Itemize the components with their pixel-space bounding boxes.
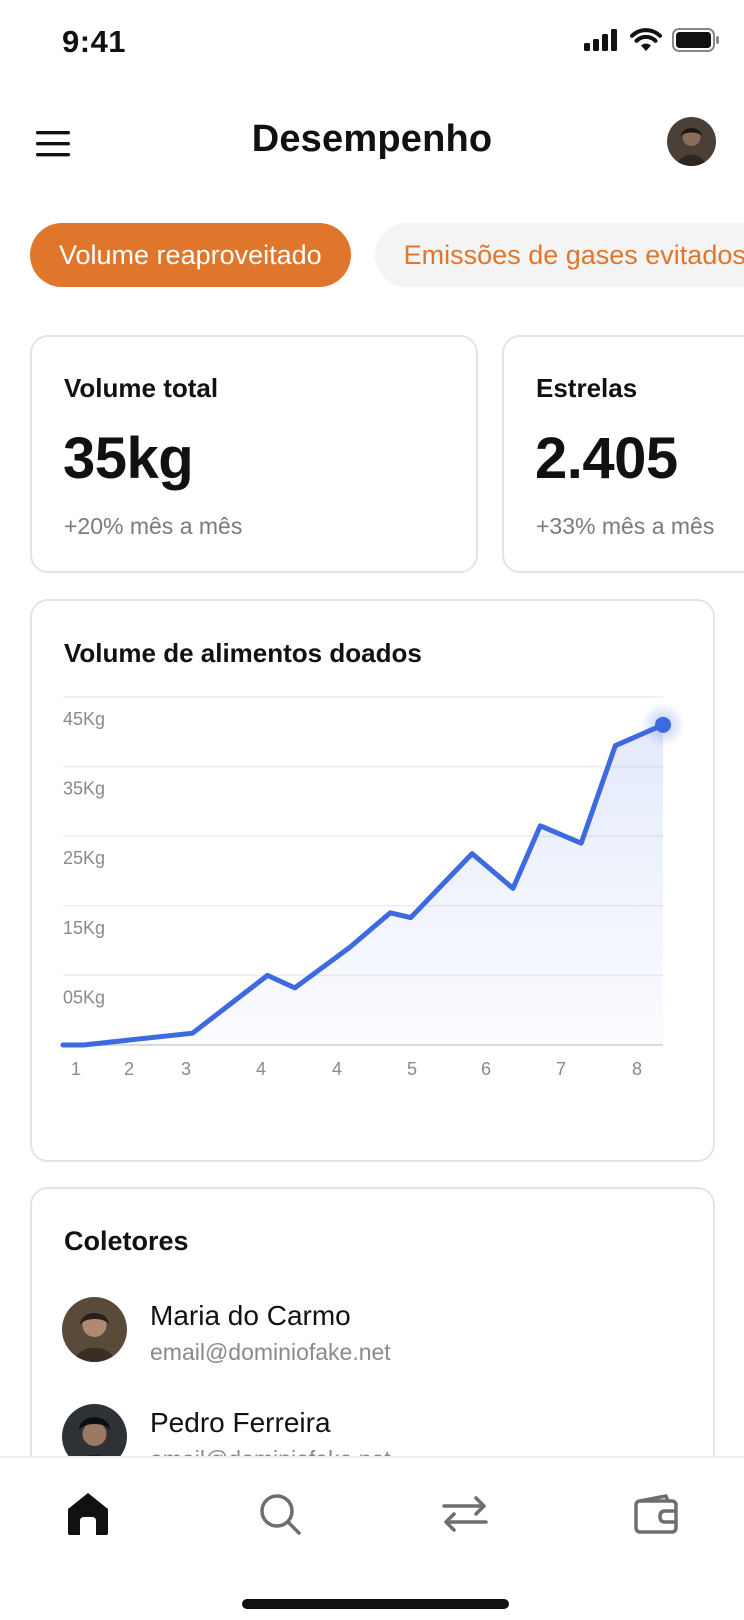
nav-search[interactable] bbox=[250, 1484, 310, 1544]
x-tick-label: 4 bbox=[332, 1059, 342, 1079]
collector-item[interactable]: Maria do Carmo email@dominiofake.net bbox=[62, 1297, 682, 1367]
stat-change: +33% mês a mês bbox=[536, 513, 715, 539]
y-tick-label: 35Kg bbox=[63, 779, 105, 799]
nav-home[interactable] bbox=[58, 1484, 118, 1544]
series-area bbox=[63, 724, 663, 1045]
last-point-marker bbox=[655, 716, 671, 733]
search-icon bbox=[260, 1494, 301, 1535]
y-tick-label: 45Kg bbox=[63, 709, 105, 729]
nav-wallet[interactable] bbox=[626, 1484, 686, 1544]
x-tick-label: 2 bbox=[124, 1059, 134, 1079]
stat-card-estrelas[interactable]: Estrelas 2.405 +33% mês a mês bbox=[502, 335, 744, 573]
x-tick-label: 1 bbox=[71, 1059, 81, 1079]
stat-label: Estrelas bbox=[536, 373, 638, 403]
collector-name: Maria do Carmo bbox=[150, 1300, 351, 1331]
app-header: Desempenho bbox=[0, 100, 744, 190]
stats-row: Volume total 35kg +20% mês a mês Estrela… bbox=[30, 335, 744, 575]
line-chart: 45Kg 35Kg 25Kg 15Kg 05Kg 1 2 3 4 4 5 6 7 8 bbox=[60, 696, 685, 1079]
user-avatar-image bbox=[667, 117, 716, 166]
stat-label: Volume total bbox=[64, 373, 219, 403]
status-bar: 9:41 bbox=[0, 0, 744, 90]
battery-icon bbox=[672, 28, 719, 52]
stat-change: +20% mês a mês bbox=[64, 513, 243, 539]
status-icons bbox=[584, 28, 720, 52]
status-time: 9:41 bbox=[62, 24, 127, 59]
tab-emissoes-gases[interactable]: Emissões de gases evitados bbox=[374, 223, 744, 287]
y-tick-label: 05Kg bbox=[63, 987, 105, 1007]
wifi-icon bbox=[630, 28, 662, 51]
collectors-title: Coletores bbox=[64, 1226, 189, 1256]
user-avatar[interactable] bbox=[667, 117, 716, 166]
x-tick-label: 7 bbox=[556, 1059, 566, 1079]
stat-card-volume-total[interactable]: Volume total 35kg +20% mês a mês bbox=[30, 335, 478, 573]
x-tick-label: 6 bbox=[481, 1059, 491, 1079]
y-tick-label: 15Kg bbox=[63, 918, 105, 938]
bottom-nav bbox=[0, 1456, 744, 1620]
x-tick-label: 4 bbox=[256, 1059, 266, 1079]
stat-value: 2.405 bbox=[535, 426, 678, 491]
collector-email: email@dominiofake.net bbox=[150, 1339, 391, 1365]
x-tick-label: 3 bbox=[181, 1059, 191, 1079]
y-tick-label: 25Kg bbox=[63, 848, 105, 868]
transfer-icon bbox=[442, 1496, 488, 1532]
home-indicator bbox=[242, 1599, 509, 1609]
chart-card: Volume de alimentos doados 45Kg 35Kg 25Kg 1… bbox=[30, 599, 715, 1162]
home-icon bbox=[68, 1493, 108, 1535]
metric-tabs: Volume reaproveitado Emissões de gases e… bbox=[30, 223, 744, 287]
x-tick-label: 8 bbox=[632, 1059, 642, 1079]
stat-value: 35kg bbox=[63, 426, 194, 491]
collector-avatar bbox=[62, 1297, 127, 1362]
signal-icon bbox=[584, 29, 617, 51]
collector-name: Pedro Ferreira bbox=[150, 1407, 331, 1438]
tab-volume-reaproveitado[interactable]: Volume reaproveitado bbox=[30, 223, 351, 287]
x-tick-label: 5 bbox=[407, 1059, 417, 1079]
page-title: Desempenho bbox=[251, 118, 493, 160]
wallet-icon bbox=[634, 1494, 678, 1534]
nav-transfer[interactable] bbox=[435, 1484, 495, 1544]
